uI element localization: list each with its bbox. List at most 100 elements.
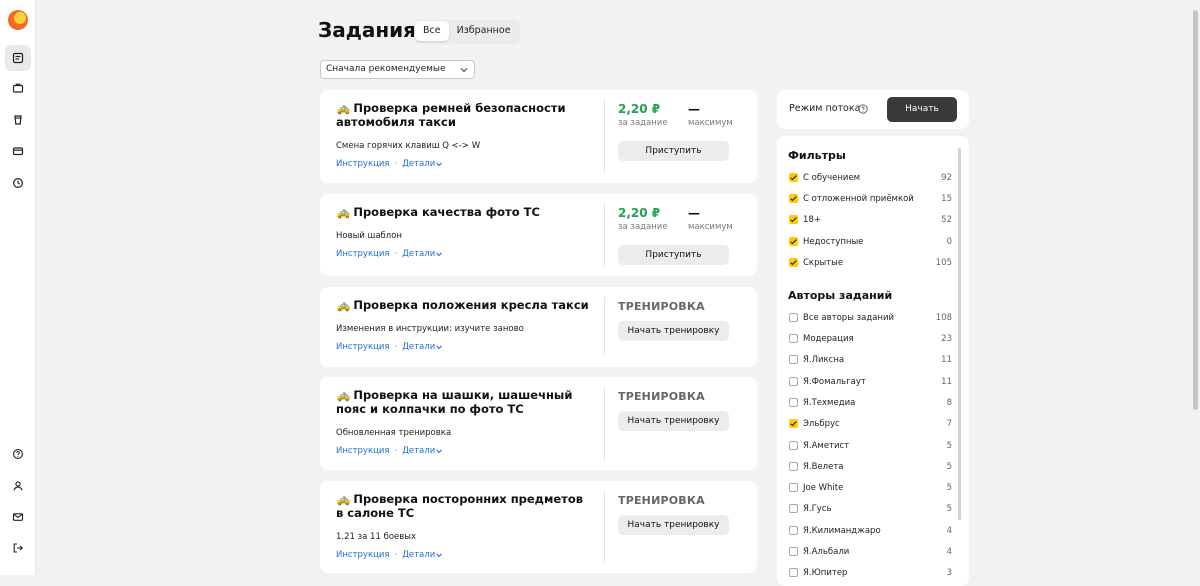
checkbox-icon [789,483,798,492]
checkbox-icon [789,355,798,364]
filter-checkbox[interactable]: С обучением 92 [789,171,952,185]
tab-all[interactable]: Все [415,21,449,41]
task-links: Инструкция · Детали [336,550,443,560]
author-checkbox[interactable]: Я.Техмедиа 8 [789,396,952,410]
taxi-car-icon: 🚕 [336,101,351,115]
checkbox-checked-icon [789,237,798,246]
task-card[interactable]: 🚕 Проверка ремней безопасности автомобиля… [320,90,757,183]
task-max: — [688,206,700,220]
checkbox-checked-icon [789,258,798,267]
taxi-car-icon: 🚕 [336,298,351,312]
details-link[interactable]: Детали [402,342,435,352]
briefcase-icon [12,83,24,93]
filters-title: Фильтры [788,149,846,162]
task-subtitle: 1.21 за 11 боевых [336,532,416,542]
start-training-button[interactable]: Начать тренировку [618,515,729,535]
task-title[interactable]: 🚕 Проверка ремней безопасности автомобиля… [336,101,591,129]
sidebar-item-briefcase[interactable] [5,75,31,101]
task-max: — [688,102,700,116]
sort-select[interactable]: Сначала рекомендуемые [320,60,475,79]
task-card[interactable]: 🚕 Проверка качества фото ТС Новый шаблон … [320,194,757,276]
mail-icon [12,513,24,521]
task-card[interactable]: 🚕 Проверка посторонних предметов в салоне… [320,481,757,573]
checkbox-icon [789,334,798,343]
page-scrollbar[interactable] [1191,0,1200,575]
author-checkbox[interactable]: Я.Юпитер 3 [789,566,952,580]
details-link[interactable]: Детали [402,159,435,169]
checkbox-icon [789,526,798,535]
author-checkbox[interactable]: Я.Фомальгаут 11 [789,375,952,389]
sidebar [0,0,36,575]
instruction-link[interactable]: Инструкция [336,342,390,352]
sidebar-item-history[interactable] [5,170,31,196]
help-icon [13,449,23,459]
filter-checkbox[interactable]: Недоступные 0 [789,235,952,249]
task-card[interactable]: 🚕 Проверка на шашки, шашечный пояс и колп… [320,377,757,470]
task-card[interactable]: 🚕 Проверка положения кресла такси Изменен… [320,287,757,367]
filter-checkbox[interactable]: Скрытые 105 [789,256,952,270]
task-links: Инструкция · Детали [336,249,443,259]
author-checkbox[interactable]: Joe White 5 [789,481,952,495]
details-link[interactable]: Детали [402,249,435,259]
details-link[interactable]: Детали [402,550,435,560]
task-title[interactable]: 🚕 Проверка качества фото ТС [336,205,591,219]
sidebar-item-cup[interactable] [5,107,31,133]
help-icon[interactable] [858,104,868,114]
tab-favorites[interactable]: Избранное [449,21,519,41]
chevron-down-icon [460,68,468,73]
chevron-down-icon [436,449,443,454]
sidebar-item-help[interactable] [5,441,31,467]
author-checkbox[interactable]: Я.Аметист 5 [789,439,952,453]
card-divider [604,491,605,563]
author-checkbox[interactable]: Эльбрус 7 [789,417,952,431]
task-title[interactable]: 🚕 Проверка положения кресла такси [336,298,591,312]
instruction-link[interactable]: Инструкция [336,159,390,169]
cup-icon [14,115,22,125]
author-checkbox[interactable]: Все авторы заданий 108 [789,311,952,325]
logout-icon [13,543,23,553]
author-checkbox[interactable]: Я.Ликсна 11 [789,353,952,367]
filters-scrollbar[interactable] [958,148,961,520]
checkbox-icon [789,441,798,450]
checkbox-checked-icon [789,215,798,224]
author-checkbox[interactable]: Я.Килиманджаро 4 [789,524,952,538]
instruction-link[interactable]: Инструкция [336,550,390,560]
taxi-car-icon: 🚕 [336,205,351,219]
sidebar-item-logout[interactable] [5,535,31,561]
task-links: Инструкция · Детали [336,446,443,456]
task-title[interactable]: 🚕 Проверка на шашки, шашечный пояс и колп… [336,388,591,416]
task-subtitle: Новый шаблон [336,231,402,241]
checkbox-checked-icon [789,194,798,203]
start-stream-button[interactable]: Начать [887,97,957,122]
sidebar-item-profile[interactable] [5,473,31,499]
start-task-button[interactable]: Приступить [618,141,729,161]
filter-checkbox[interactable]: 18+ 52 [789,213,952,227]
author-checkbox[interactable]: Я.Велета 5 [789,460,952,474]
filter-checkbox[interactable]: С отложенной приёмкой 15 [789,192,952,206]
details-link[interactable]: Детали [402,446,435,456]
task-max-label: максимум [688,118,733,128]
page-scrollbar-thumb[interactable] [1193,10,1198,410]
task-subtitle: Изменения в инструкции: изучите заново [336,324,524,334]
task-price-label: за задание [618,118,668,128]
sidebar-item-tasks[interactable] [5,45,31,71]
history-icon [12,177,24,189]
instruction-link[interactable]: Инструкция [336,249,390,259]
start-training-button[interactable]: Начать тренировку [618,411,729,431]
instruction-link[interactable]: Инструкция [336,446,390,456]
checkbox-icon [789,377,798,386]
author-checkbox[interactable]: Я.Альбали 4 [789,545,952,559]
author-checkbox[interactable]: Я.Гусь 5 [789,502,952,516]
sidebar-item-mail[interactable] [5,504,31,530]
checkbox-icon [789,547,798,556]
training-status: ТРЕНИРОВКА [618,300,705,313]
sidebar-item-wallet[interactable] [5,138,31,164]
authors-title: Авторы заданий [788,289,893,302]
app-logo-icon[interactable] [8,10,28,30]
start-task-button[interactable]: Приступить [618,245,729,265]
tabs: Все Избранное [414,20,520,44]
author-checkbox[interactable]: Модерация 23 [789,332,952,346]
checkbox-icon [789,462,798,471]
start-training-button[interactable]: Начать тренировку [618,321,729,341]
task-title[interactable]: 🚕 Проверка посторонних предметов в салоне… [336,492,591,520]
